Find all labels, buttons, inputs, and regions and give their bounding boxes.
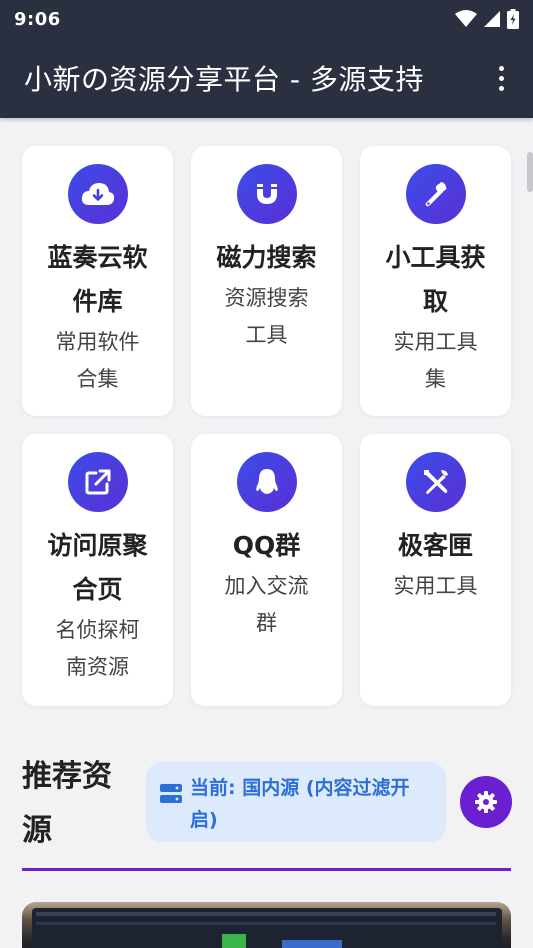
resource-thumbnail[interactable]	[22, 902, 511, 948]
card-title: 磁力搜索	[216, 243, 317, 272]
card-title: 访问原聚合页	[47, 531, 148, 604]
status-time: 9:06	[14, 8, 61, 30]
external-link-icon	[67, 452, 128, 512]
section-title-recommend: 推荐资源	[22, 759, 112, 848]
overflow-menu-icon[interactable]	[491, 65, 511, 91]
scrollbar-thumb[interactable]	[527, 152, 533, 192]
card-title: 极客匣	[397, 531, 473, 560]
app-bar: 小新の资源分享平台 - 多源支持	[0, 38, 533, 118]
card-qq-group[interactable]: QQ群 加入交流群	[191, 434, 342, 706]
qq-icon	[236, 452, 297, 512]
main-content[interactable]: 蓝奏云软件库 常用软件合集 磁力搜索 资源搜索工具 小工具获取 实用工具集 访问…	[0, 118, 533, 948]
card-title: 蓝奏云软件库	[47, 243, 148, 316]
card-tools[interactable]: 小工具获取 实用工具集	[360, 146, 511, 416]
section-divider	[22, 868, 511, 871]
source-label: 当前: 国内源 (内容过滤开启)	[190, 777, 410, 831]
magnet-icon	[236, 164, 297, 224]
card-title: 小工具获取	[385, 243, 486, 316]
battery-icon	[507, 9, 519, 29]
gear-icon	[475, 791, 497, 813]
signal-icon	[484, 11, 500, 27]
source-selector-chip[interactable]: 当前: 国内源 (内容过滤开启)	[146, 762, 446, 842]
card-desc: 名侦探柯南资源	[55, 618, 140, 679]
card-lanzou[interactable]: 蓝奏云软件库 常用软件合集	[22, 146, 173, 416]
card-desc: 实用工具集	[393, 330, 478, 391]
server-icon	[160, 784, 182, 803]
card-desc: 实用工具	[393, 574, 478, 598]
card-original-page[interactable]: 访问原聚合页 名侦探柯南资源	[22, 434, 173, 706]
card-desc: 加入交流群	[224, 574, 309, 635]
tools-icon	[405, 452, 466, 512]
settings-button[interactable]	[460, 776, 512, 828]
app-title: 小新の资源分享平台 - 多源支持	[24, 63, 424, 96]
status-icons	[455, 9, 519, 29]
status-bar: 9:06	[0, 0, 533, 38]
card-title: QQ群	[232, 531, 301, 560]
cloud-download-icon	[67, 164, 128, 224]
wrench-icon	[405, 164, 466, 224]
card-geek-box[interactable]: 极客匣 实用工具	[360, 434, 511, 706]
card-magnet-search[interactable]: 磁力搜索 资源搜索工具	[191, 146, 342, 416]
wifi-icon	[455, 10, 477, 27]
card-desc: 资源搜索工具	[224, 286, 309, 347]
card-desc: 常用软件合集	[55, 330, 140, 391]
